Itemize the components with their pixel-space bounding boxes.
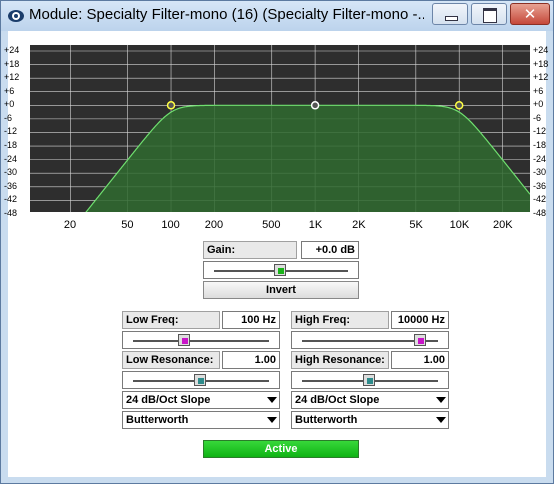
x-axis-tick-label: 500 xyxy=(262,219,281,231)
maximize-button[interactable] xyxy=(471,3,507,25)
chevron-down-icon xyxy=(267,397,277,403)
low-slope-select[interactable]: 24 dB/Oct Slope xyxy=(122,391,280,409)
y-axis-tick-label: +6 xyxy=(533,85,544,96)
chevron-down-icon xyxy=(267,417,277,423)
gain-label: Gain: xyxy=(203,241,297,259)
low-freq-node[interactable] xyxy=(166,101,176,110)
window-title: Module: Specialty Filter-mono (16) (Spec… xyxy=(29,6,424,23)
y-axis-tick-label: -12 xyxy=(4,126,18,137)
high-slope-select[interactable]: 24 dB/Oct Slope xyxy=(291,391,449,409)
x-axis-tick-label: 20 xyxy=(63,219,77,231)
close-button[interactable] xyxy=(510,3,550,25)
y-axis-tick-label: +18 xyxy=(533,58,549,69)
high-resonance-slider-thumb[interactable] xyxy=(363,374,375,386)
y-axis-tick-label: -18 xyxy=(533,140,547,151)
x-axis-tick-label: 2K xyxy=(352,219,366,231)
y-axis-tick-label: +24 xyxy=(533,45,549,55)
high-filter-type-value: Butterworth xyxy=(295,414,358,426)
low-freq-slider[interactable] xyxy=(122,331,280,349)
low-resonance-label: Low Resonance: xyxy=(122,351,220,369)
y-axis-tick-label: -6 xyxy=(533,112,542,123)
gain-node[interactable] xyxy=(310,101,320,110)
low-resonance-slider[interactable] xyxy=(122,371,280,389)
invert-button[interactable]: Invert xyxy=(203,281,359,299)
low-filter-type-value: Butterworth xyxy=(126,414,189,426)
x-axis-tick-label: 100 xyxy=(161,219,180,231)
low-freq-value-field[interactable]: 100 Hz xyxy=(222,311,280,329)
y-axis-tick-label: -18 xyxy=(4,140,18,151)
module-window: Module: Specialty Filter-mono (16) (Spec… xyxy=(0,0,554,484)
y-axis-tick-label: -42 xyxy=(4,194,18,205)
low-slope-value: 24 dB/Oct Slope xyxy=(126,394,211,406)
x-axis-tick-label: 10K xyxy=(449,219,470,231)
low-freq-label: Low Freq: xyxy=(122,311,220,329)
high-filter-type-select[interactable]: Butterworth xyxy=(291,411,449,429)
y-axis-tick-label: +12 xyxy=(4,72,20,83)
app-eye-icon xyxy=(8,10,24,22)
low-resonance-slider-thumb[interactable] xyxy=(194,374,206,386)
chevron-down-icon xyxy=(436,417,446,423)
title-bar[interactable]: Module: Specialty Filter-mono (16) (Spec… xyxy=(1,1,553,31)
y-axis-tick-label: -42 xyxy=(533,194,547,205)
y-axis-tick-label: -12 xyxy=(533,126,547,137)
y-axis-tick-label: -36 xyxy=(533,180,547,191)
chevron-down-icon xyxy=(436,397,446,403)
high-resonance-slider[interactable] xyxy=(291,371,449,389)
high-slope-value: 24 dB/Oct Slope xyxy=(295,394,380,406)
minimize-button[interactable] xyxy=(432,3,468,25)
y-axis-tick-label: -6 xyxy=(4,112,13,123)
high-freq-slider[interactable] xyxy=(291,331,449,349)
y-axis-tick-label: +0 xyxy=(533,99,544,110)
y-axis-tick-label: +12 xyxy=(533,72,549,83)
x-axis-tick-label: 200 xyxy=(204,219,224,231)
x-axis-tick-label: 5K xyxy=(409,219,423,231)
y-axis-tick-label: +18 xyxy=(4,58,20,69)
high-resonance-value-field[interactable]: 1.00 xyxy=(391,351,449,369)
y-axis-tick-label: -36 xyxy=(4,180,18,191)
y-axis-tick-label: -48 xyxy=(4,207,18,218)
low-freq-slider-thumb[interactable] xyxy=(177,334,190,346)
high-resonance-label: High Resonance: xyxy=(291,351,389,369)
low-resonance-value-field[interactable]: 1.00 xyxy=(222,351,280,369)
y-axis-tick-label: +6 xyxy=(4,85,15,96)
low-filter-type-select[interactable]: Butterworth xyxy=(122,411,280,429)
x-axis-tick-label: 1K xyxy=(308,219,323,231)
x-axis-tick-label: 50 xyxy=(121,219,134,231)
y-axis-tick-label: -24 xyxy=(533,153,547,164)
x-axis-tick-label: 20K xyxy=(492,219,513,231)
gain-slider[interactable] xyxy=(203,261,359,279)
y-axis-tick-label: -48 xyxy=(533,207,547,218)
active-toggle-button[interactable]: Active xyxy=(203,440,359,458)
high-freq-label: High Freq: xyxy=(291,311,389,329)
response-fill-area xyxy=(86,105,530,212)
gain-slider-thumb[interactable] xyxy=(274,264,286,276)
frequency-response-graph[interactable] xyxy=(30,45,530,212)
frequency-response-plot[interactable] xyxy=(30,45,530,212)
y-axis-tick-label: +0 xyxy=(4,99,15,110)
high-freq-value-field[interactable]: 10000 Hz xyxy=(391,311,449,329)
high-freq-slider-thumb[interactable] xyxy=(413,334,426,346)
module-panel: Gain: +0.0 dB Invert Low Freq: 100 Hz Lo… xyxy=(4,31,548,477)
y-axis-tick-label: -24 xyxy=(4,153,18,164)
high-freq-node[interactable] xyxy=(454,101,464,110)
y-axis-tick-label: -30 xyxy=(4,167,18,178)
y-axis-tick-label: -30 xyxy=(533,167,547,178)
y-axis-tick-label: +24 xyxy=(4,45,20,55)
gain-value-field[interactable]: +0.0 dB xyxy=(301,241,359,259)
